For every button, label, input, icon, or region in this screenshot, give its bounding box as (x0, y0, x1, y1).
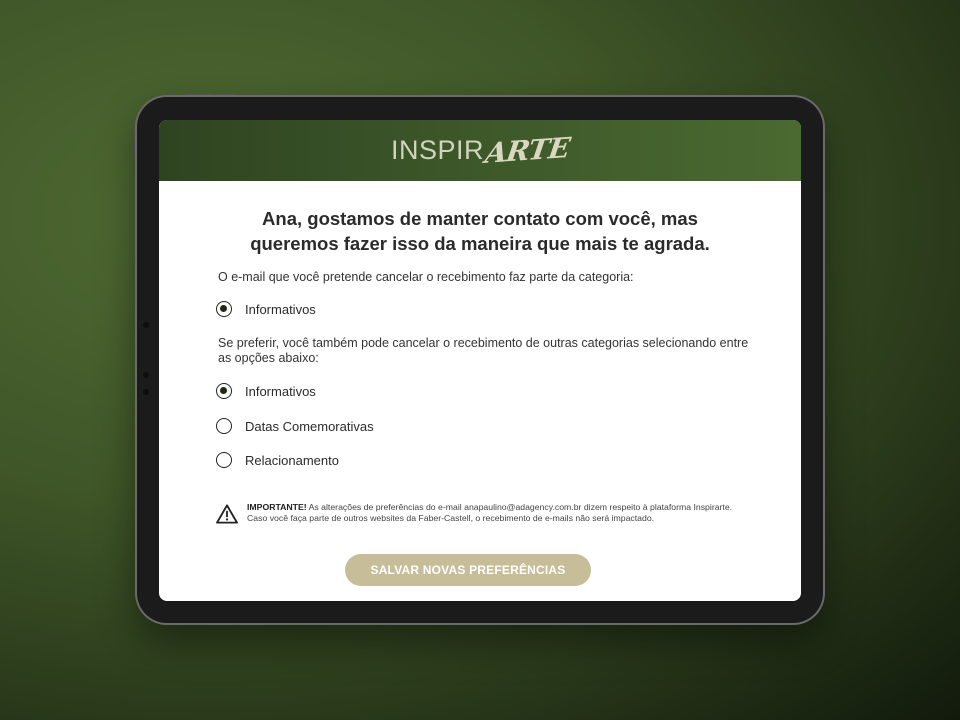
brand-logo: INSPIR ARTE (391, 130, 572, 170)
header-banner: INSPIR ARTE (159, 120, 801, 181)
page-title-line: queremos fazer isso da maneira que mais … (250, 233, 710, 254)
radio-label: Informativos (245, 301, 316, 317)
intro-text: O e-mail que você pretende cancelar o re… (218, 270, 634, 284)
option-informativos[interactable]: Informativos (216, 380, 316, 402)
logo-script: ARTE (483, 130, 572, 170)
radio-label: Datas Comemorativas (245, 418, 374, 434)
option-relacionamento[interactable]: Relacionamento (216, 449, 339, 471)
tablet-camera-dot (143, 322, 149, 328)
important-notice: IMPORTANTE! As alterações de preferência… (216, 502, 736, 524)
radio-button[interactable] (216, 452, 232, 468)
radio-label: Informativos (245, 383, 316, 399)
notice-text: IMPORTANTE! As alterações de preferência… (247, 502, 736, 524)
logo-text: INSPIR (391, 134, 485, 165)
notice-body: As alterações de preferências do e-mail … (247, 502, 733, 523)
option-datas-comemorativas[interactable]: Datas Comemorativas (216, 415, 374, 437)
notice-strong: IMPORTANTE! (247, 502, 307, 512)
warning-icon (216, 504, 238, 524)
radio-button[interactable] (216, 383, 232, 399)
radio-label: Relacionamento (245, 452, 339, 468)
current-category-option[interactable]: Informativos (216, 298, 316, 320)
secondary-text: Se preferir, você também pode cancelar o… (218, 336, 749, 365)
radio-button[interactable] (216, 301, 232, 317)
tablet-camera-dot (143, 389, 149, 395)
screen: INSPIR ARTE Ana, gostamos de manter cont… (159, 120, 801, 601)
page-title: Ana, gostamos de manter contato com você… (159, 206, 801, 256)
save-preferences-button[interactable]: SALVAR NOVAS PREFERÊNCIAS (345, 554, 591, 586)
page-title-line: Ana, gostamos de manter contato com você… (262, 208, 698, 229)
radio-button[interactable] (216, 418, 232, 434)
tablet-camera-dot (143, 372, 149, 378)
